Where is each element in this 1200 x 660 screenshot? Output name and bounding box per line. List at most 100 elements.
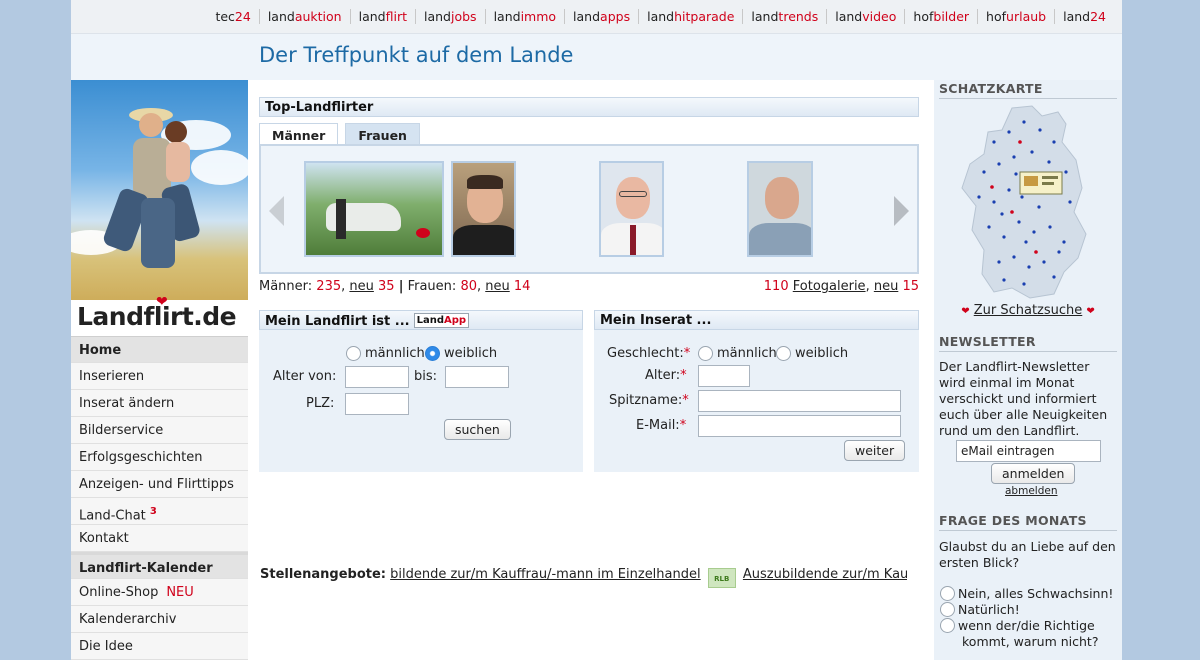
search-button[interactable]: suchen [444,419,511,440]
gender-tabs: Männer Frauen [259,123,427,146]
women-label: Frauen: [407,279,457,294]
sidebar-item-landflirt-kalender[interactable]: Landflirt-Kalender [71,552,248,579]
email-input[interactable] [698,415,901,437]
age-input[interactable] [698,365,750,387]
search-radio-maennlich[interactable] [346,346,361,361]
nav-link-hofurlaub[interactable]: hofurlaub [977,9,1054,24]
women-new-link[interactable]: neu [485,279,509,294]
profile-photo[interactable] [747,161,813,257]
poll-option-wenn-cont: kommt, warum nicht? [962,634,1099,649]
sidebar-item-erfolgsgeschichten[interactable]: Erfolgsgeschichten [71,444,248,471]
sidebar-item-bilderservice[interactable]: Bilderservice [71,417,248,444]
nav-link-landauktion[interactable]: landauktion [258,9,350,24]
hero-image: Landflirt.de ❤ [71,80,248,336]
profile-photo[interactable] [304,161,444,257]
sidebar-item-home[interactable]: Home [71,336,248,363]
unsubscribe-link[interactable]: abmelden [1005,485,1058,497]
gallery-link[interactable]: Fotogalerie [793,279,866,294]
job-link[interactable]: bildende zur/m Kauffrau/-mann im Einzelh… [390,567,700,582]
nav-link-landjobs[interactable]: landjobs [414,9,485,24]
chat-count-badge: 3 [149,506,157,517]
sidebar-item-die-idee[interactable]: Die Idee [71,633,248,660]
gender-label: Geschlecht:* [607,346,690,361]
women-count: 80 [460,279,477,294]
rlb-logo: RLB [707,568,736,588]
subscribe-button[interactable]: anmelden [991,463,1076,484]
job-link[interactable]: Auszubildende zur/m Kauffrau/-m [743,567,907,582]
sidebar-item-inserat-aendern[interactable]: Inserat ändern [71,390,248,417]
gallery-count: 110 [763,279,789,294]
email-label: E-Mail:* [636,418,686,433]
nickname-label-text: Spitzname: [609,393,683,408]
landapp-badge-land: Land [416,315,445,326]
tab-maenner[interactable]: Männer [259,123,339,146]
men-new-link[interactable]: neu [349,279,373,294]
gallery-stats: 110 Fotogalerie, neu 15 [763,279,919,294]
nav-link-landtrends[interactable]: landtrends [742,9,826,24]
email-label-text: E-Mail: [636,418,680,433]
poll-radio-natuerlich[interactable] [940,602,955,617]
carousel-prev-arrow-icon[interactable] [269,196,284,226]
germany-map[interactable] [954,102,1104,302]
sidebar-item-kalenderarchiv[interactable]: Kalenderarchiv [71,606,248,633]
nav-link-tec24[interactable]: tec24 [207,9,258,24]
nav-link-land24[interactable]: land24 [1054,9,1114,24]
main-content: Top-Landflirter Männer Frauen Männer: 23… [259,97,919,472]
continue-button[interactable]: weiter [844,440,906,461]
plz-input[interactable] [345,393,409,415]
heart-icon: ❤ [156,294,168,310]
job-ticker: Stellenangebote: bildende zur/m Kauffrau… [260,567,907,588]
poll-question: Glaubst du an Liebe auf den ersten Blick… [939,539,1116,570]
nav-link-landhitparade[interactable]: landhitparade [638,9,742,24]
nav-link-landapps[interactable]: landapps [564,9,638,24]
poll-radio-nein[interactable] [940,586,955,601]
couple-illustration [103,108,200,268]
nickname-input[interactable] [698,390,901,412]
carousel-next-arrow-icon[interactable] [894,196,909,226]
age-to-input[interactable] [445,366,509,388]
sidebar-item-land-chat[interactable]: Land-Chat 3 [71,498,248,525]
nav-link-landimmo[interactable]: landimmo [484,9,564,24]
sidebar-item-online-shop[interactable]: Online-Shop NEU [71,579,248,606]
nickname-label: Spitzname:* [609,393,689,408]
newsletter-heading: NEWSLETTER [939,334,1117,352]
age-from-input[interactable] [345,366,409,388]
gallery-new-count: 15 [902,279,919,294]
inserat-radio-weiblich[interactable] [776,346,791,361]
gallery-new-link[interactable]: neu [874,279,898,294]
search-radio-weiblich[interactable] [425,346,440,361]
inserat-form: Mein Inserat ... Geschlecht:* männlich w… [594,310,919,472]
nav-link-hofbilder[interactable]: hofbilder [904,9,977,24]
age-label-text: Alter: [645,368,681,383]
sidebar-item-kontakt[interactable]: Kontakt [71,525,248,552]
land-chat-label: Land-Chat [79,508,146,524]
men-new-count: 35 [378,279,395,294]
poll-option-wenn: wenn der/die Richtige [958,618,1095,633]
inserat-radio-maennlich[interactable] [698,346,713,361]
inserat-heading: Mein Inserat ... [594,310,919,330]
tab-frauen[interactable]: Frauen [345,123,420,146]
right-column: SCHATZKARTE ❤ Zur Schatzsuche ❤ NEWSLETT… [934,80,1122,660]
jobs-label: Stellenangebote: [260,567,386,582]
nav-link-landflirt[interactable]: landflirt [349,9,415,24]
landflirt-logo[interactable]: Landflirt.de ❤ [71,294,248,336]
profile-photo[interactable] [451,161,516,257]
newsletter-email-input[interactable]: eMail eintragen [956,440,1101,462]
profile-photo[interactable] [599,161,664,257]
heart-icon: ❤ [961,306,970,317]
required-marker: * [679,418,687,433]
poll-radio-wenn[interactable] [940,618,955,633]
nav-link-landvideo[interactable]: landvideo [826,9,904,24]
treasure-search-link[interactable]: ❤ Zur Schatzsuche ❤ [934,303,1122,318]
search-label-weiblich: weiblich [444,346,498,361]
sidebar-item-inserieren[interactable]: Inserieren [71,363,248,390]
men-label: Männer: [259,279,313,294]
sidebar-item-anzeigen-flirttipps[interactable]: Anzeigen- und Flirttipps [71,471,248,498]
new-badge: NEU [166,585,194,600]
landapp-badge[interactable]: LandApp [413,313,470,328]
treasure-map-heading: SCHATZKARTE [939,81,1117,99]
inserat-label-maennlich: männlich [717,346,777,361]
newsletter-text: Der Landflirt-Newsletter wird einmal im … [939,359,1108,438]
required-marker: * [680,368,687,383]
men-count: 235 [316,279,342,294]
